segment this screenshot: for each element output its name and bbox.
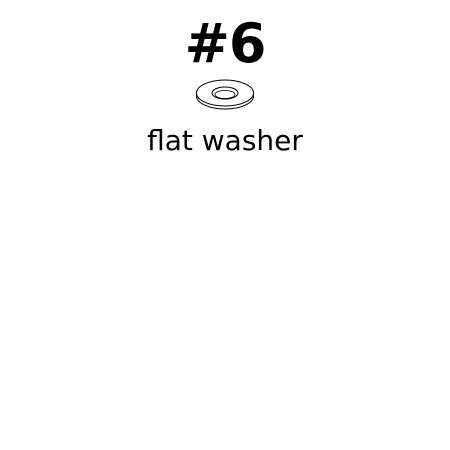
flat-washer-icon: [196, 79, 254, 110]
washer-size-label: #6: [184, 12, 267, 75]
part-name-label: flat washer: [147, 124, 303, 157]
